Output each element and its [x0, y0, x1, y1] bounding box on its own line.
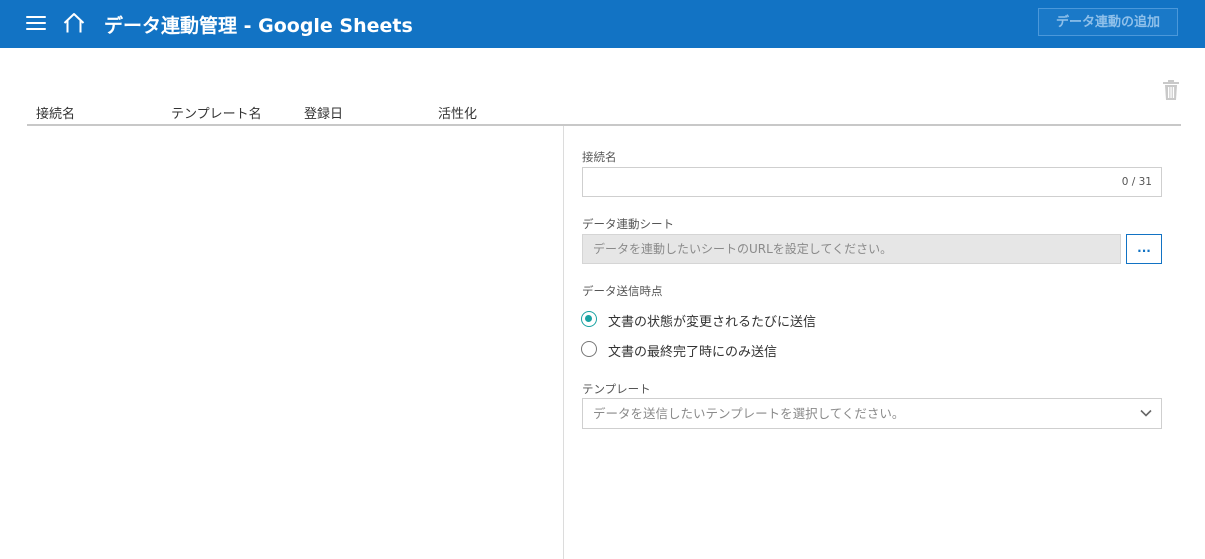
add-data-link-button[interactable]: データ連動の追加 — [1038, 8, 1178, 36]
browse-sheet-button[interactable]: ... — [1126, 234, 1162, 264]
character-counter: 0 / 31 — [1121, 176, 1152, 188]
column-header-template-name[interactable]: テンプレート名 — [171, 103, 262, 122]
radio-label: 文書の最終完了時にのみ送信 — [608, 345, 778, 360]
connection-name-label: 接続名 — [582, 150, 617, 164]
column-header-connection-name[interactable]: 接続名 — [36, 103, 75, 122]
page-title: データ連動管理 - Google Sheets — [104, 15, 413, 37]
send-timing-label: データ送信時点 — [582, 284, 663, 298]
template-label: テンプレート — [582, 382, 651, 396]
radio-unchecked-icon[interactable] — [581, 341, 597, 357]
chevron-down-icon — [1140, 409, 1152, 417]
menu-icon[interactable] — [26, 14, 46, 32]
column-header-registration-date[interactable]: 登録日 — [304, 103, 343, 122]
template-select-placeholder: データを送信したいテンプレートを選択してください。 — [593, 406, 905, 421]
top-bar: データ連動管理 - Google Sheets データ連動の追加 — [0, 0, 1205, 48]
column-header-activation[interactable]: 活性化 — [438, 103, 477, 122]
home-icon[interactable] — [62, 11, 86, 35]
radio-checked-icon[interactable] — [581, 311, 597, 327]
radio-label: 文書の状態が変更されるたびに送信 — [608, 315, 817, 330]
panel-divider — [563, 126, 564, 559]
template-select[interactable]: データを送信したいテンプレートを選択してください。 — [582, 398, 1162, 429]
sheet-url-field: データを連動したいシートのURLを設定してください。 — [582, 234, 1121, 264]
connection-name-input[interactable]: 0 / 31 — [582, 167, 1162, 197]
trash-icon[interactable] — [1162, 80, 1180, 100]
data-sheet-label: データ連動シート — [582, 217, 674, 231]
table-header: 接続名 テンプレート名 登録日 活性化 — [27, 100, 1181, 126]
